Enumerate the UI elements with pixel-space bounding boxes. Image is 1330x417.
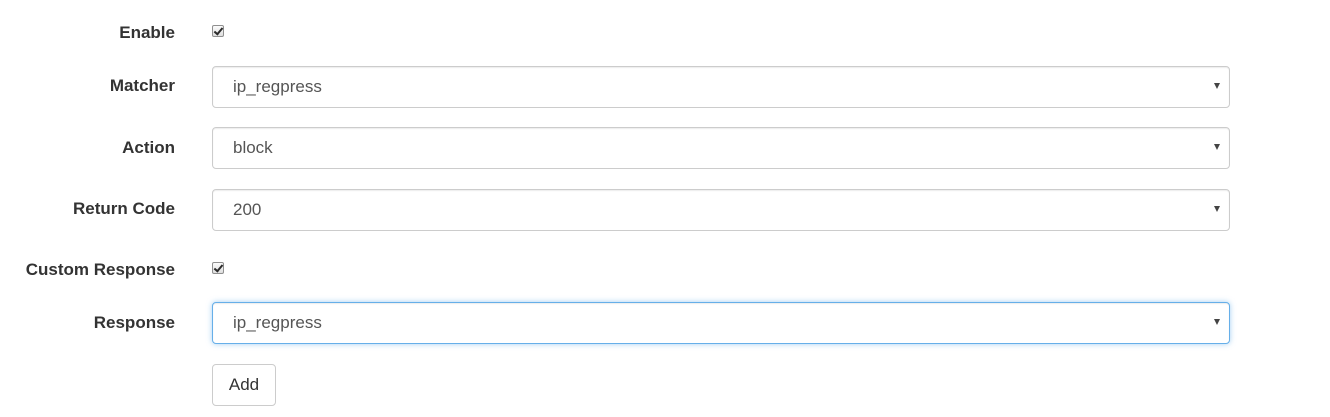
caret-down-icon [1214, 206, 1220, 212]
checkmark-icon [213, 25, 224, 36]
return-code-select[interactable]: 200 [212, 189, 1230, 231]
enable-label: Enable [119, 23, 175, 42]
matcher-select-value: ip_regpress [233, 77, 322, 96]
response-label: Response [93, 313, 175, 332]
matcher-label: Matcher [109, 76, 175, 95]
action-label: Action [122, 138, 175, 157]
response-select-value: ip_regpress [233, 313, 322, 332]
custom-response-label: Custom Response [25, 260, 175, 279]
caret-down-icon [1214, 319, 1220, 325]
return-code-select-value: 200 [233, 200, 262, 219]
rule-form: Enable Matcher ip_regpress Action block … [0, 0, 1330, 417]
caret-down-icon [1214, 83, 1220, 89]
enable-checkbox[interactable] [212, 25, 224, 37]
custom-response-checkbox[interactable] [212, 262, 224, 274]
matcher-select[interactable]: ip_regpress [212, 66, 1230, 108]
action-select-value: block [233, 138, 273, 157]
caret-down-icon [1214, 144, 1220, 150]
add-button[interactable]: Add [212, 364, 276, 406]
response-select[interactable]: ip_regpress [212, 302, 1230, 344]
action-select[interactable]: block [212, 127, 1230, 169]
return-code-label: Return Code [73, 199, 175, 218]
checkmark-icon [213, 262, 224, 273]
